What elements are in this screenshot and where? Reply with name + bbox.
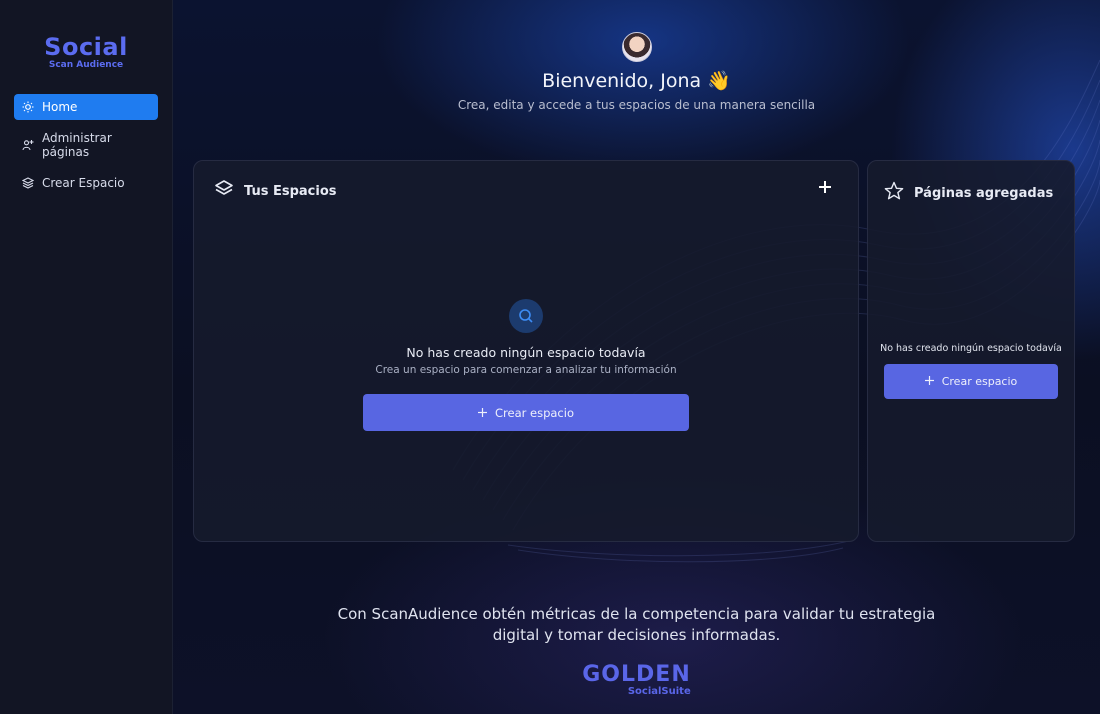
pages-empty-state: No has creado ningún espacio todavía Cre…: [868, 343, 1074, 399]
brand-subtitle: Scan Audience: [48, 60, 124, 70]
welcome-title: Bienvenido, Jona 👋: [542, 70, 731, 92]
create-space-label: Crear espacio: [941, 375, 1018, 388]
welcome-header: Bienvenido, Jona 👋 Crea, edita y accede …: [173, 32, 1100, 112]
spaces-empty-state: No has creado ningún espacio todavía Cre…: [194, 299, 858, 431]
empty-state-subtitle: Crea un espacio para comenzar a analizar…: [375, 364, 677, 376]
layers-icon: [214, 179, 234, 203]
create-space-label: Crear espacio: [495, 405, 574, 420]
sidebar-item-administrar-paginas[interactable]: Administrar páginas: [14, 131, 158, 159]
pages-panel-header: Páginas agregadas: [884, 181, 1053, 205]
pages-panel: Páginas agregadas No has creado ningún e…: [867, 160, 1075, 542]
plus-icon: [924, 375, 934, 388]
spaces-panel-header: Tus Espacios: [214, 179, 337, 203]
add-space-button[interactable]: [816, 178, 834, 196]
create-space-button[interactable]: Crear espacio: [363, 394, 689, 431]
brand-title: Social: [44, 33, 128, 61]
plus-icon: [819, 181, 831, 193]
sidebar-item-label: Crear Espacio: [42, 176, 125, 190]
user-plus-icon: [22, 139, 34, 151]
sidebar-nav: Home Administrar páginas Crear Espacio: [0, 86, 172, 196]
empty-state-title: No has creado ningún espacio todavía: [880, 343, 1062, 354]
sidebar-item-crear-espacio[interactable]: Crear Espacio: [14, 170, 158, 196]
sidebar: Social Scan Audience Home Administrar pá…: [0, 0, 173, 714]
search-icon: [509, 299, 543, 333]
sidebar-item-label: Home: [42, 100, 78, 114]
star-icon: [884, 181, 904, 205]
footer: Con ScanAudience obtén métricas de la co…: [173, 604, 1100, 698]
sun-icon: [22, 101, 34, 113]
spaces-panel: Tus Espacios No has creado ningún espaci…: [193, 160, 859, 542]
empty-state-title: No has creado ningún espacio todavía: [406, 345, 646, 360]
pages-panel-title: Páginas agregadas: [914, 185, 1054, 201]
golden-socialsuite-logo: GOLDEN SocialSuite: [582, 662, 691, 698]
logo-main-text: GOLDEN: [582, 662, 691, 687]
spaces-panel-title: Tus Espacios: [244, 183, 337, 199]
layers-icon: [21, 177, 35, 189]
sidebar-item-home[interactable]: Home: [14, 94, 158, 120]
sidebar-item-label: Administrar páginas: [42, 131, 112, 159]
create-space-button-side[interactable]: Crear espacio: [884, 364, 1058, 399]
avatar[interactable]: [621, 32, 652, 62]
welcome-subtitle: Crea, edita y accede a tus espacios de u…: [457, 98, 816, 112]
footer-text-line1: Con ScanAudience obtén métricas de la co…: [337, 605, 936, 623]
logo-sub-text: SocialSuite: [627, 686, 691, 697]
brand-logo[interactable]: Social Scan Audience: [0, 0, 172, 86]
plus-icon: [478, 406, 487, 420]
main-area: Bienvenido, Jona 👋 Crea, edita y accede …: [173, 0, 1100, 714]
footer-text-line2: digital y tomar decisiones informadas.: [492, 626, 781, 644]
